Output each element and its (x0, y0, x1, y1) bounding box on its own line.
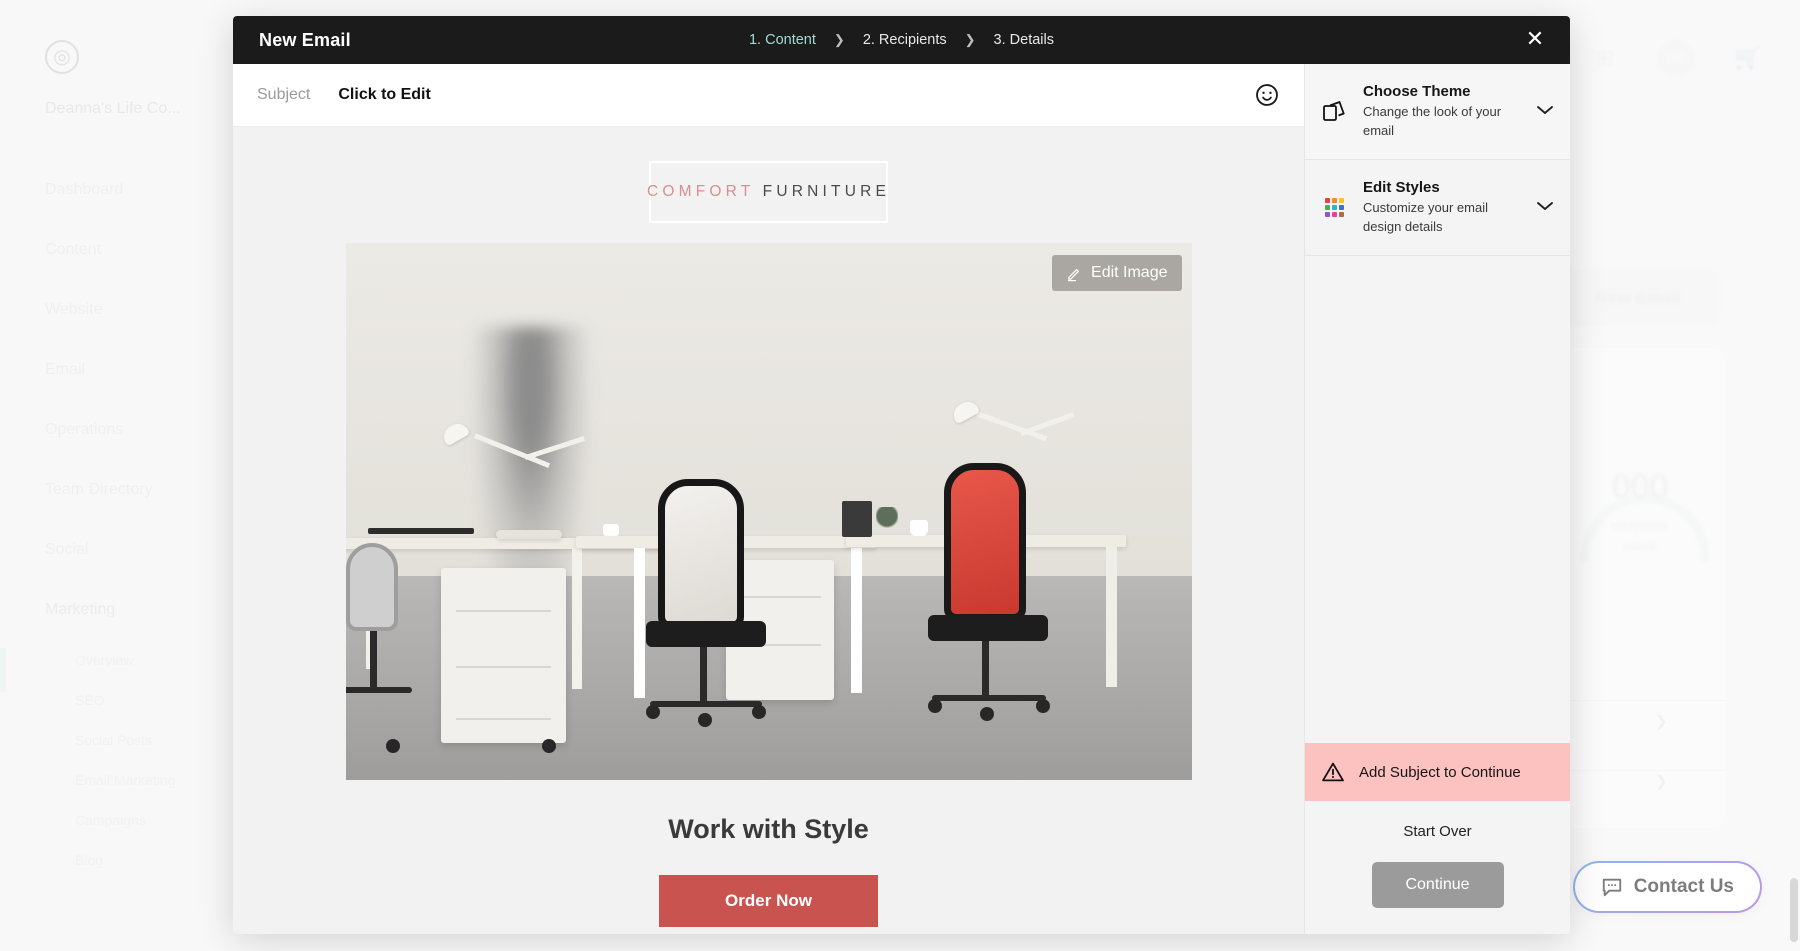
chevron-down-icon[interactable] (1536, 104, 1554, 119)
monitor (841, 501, 872, 537)
modal-body: Subject Click to Edit COMFORT FURNITURE … (233, 64, 1570, 934)
desk-leg (850, 548, 862, 693)
chevron-right-icon: ❯ (964, 32, 976, 47)
caster (1035, 699, 1050, 713)
pencil-icon (1067, 268, 1080, 281)
desk-leg (571, 549, 582, 689)
chair-post (369, 631, 377, 689)
emoji-smiley-icon[interactable] (1254, 82, 1280, 108)
alert-text: Add Subject to Continue (1359, 763, 1521, 781)
panel-title: Choose Theme (1363, 83, 1471, 100)
desk-leg (1105, 547, 1117, 687)
cabinet-drawer-line (738, 596, 821, 598)
panel-spacer (1305, 256, 1570, 743)
panel-text: Edit Styles Customize your email design … (1363, 178, 1520, 237)
office-chair (345, 543, 398, 631)
color-grid-icon (1321, 197, 1347, 217)
panel-title: Edit Styles (1363, 178, 1440, 196)
mug (909, 520, 928, 536)
chair-base (649, 701, 762, 707)
desk-leg (633, 548, 645, 698)
panel-footer: Start Over Continue (1305, 801, 1570, 934)
start-over-button[interactable]: Start Over (1321, 823, 1554, 840)
cabinet-drawer-line (455, 718, 551, 720)
chair-base (345, 687, 412, 693)
email-canvas[interactable]: COMFORT FURNITURE Edit Image Work with S… (233, 127, 1304, 934)
continue-button[interactable]: Continue (1371, 862, 1504, 908)
caster (697, 713, 712, 727)
order-now-button[interactable]: Order Now (659, 875, 878, 927)
chevron-down-icon[interactable] (1536, 200, 1554, 215)
file-cabinet (440, 568, 566, 743)
subject-label: Subject (257, 86, 311, 103)
step-content[interactable]: 1. Content (749, 32, 816, 48)
caster (645, 705, 660, 719)
plant (875, 507, 898, 533)
email-editor: Subject Click to Edit COMFORT FURNITURE … (233, 64, 1304, 934)
logo-text: COMFORT FURNITURE (647, 183, 890, 201)
chair-seat (645, 621, 766, 647)
email-body: COMFORT FURNITURE Edit Image Work with S… (233, 149, 1304, 927)
caster (541, 739, 556, 753)
close-icon[interactable]: ✕ (1522, 27, 1548, 53)
laptop (367, 528, 474, 534)
office-chair-red[interactable] (943, 463, 1026, 621)
theme-cards-icon (1321, 98, 1347, 124)
panel-subtitle: Customize your email design details (1363, 200, 1488, 235)
panel-row-edit-styles[interactable]: Edit Styles Customize your email design … (1305, 159, 1570, 256)
chair-post (981, 641, 989, 697)
hero-image[interactable]: Edit Image (345, 243, 1192, 780)
chevron-right-icon: ❯ (833, 32, 845, 47)
chair-post (699, 647, 707, 705)
logo-secondary: FURNITURE (762, 183, 891, 200)
cabinet-drawer-line (455, 610, 551, 612)
panel-text: Choose Theme Change the look of your ema… (1363, 82, 1520, 141)
caster (751, 705, 766, 719)
edit-image-button[interactable]: Edit Image (1052, 255, 1182, 291)
panel-row-choose-theme[interactable]: Choose Theme Change the look of your ema… (1305, 64, 1570, 160)
cabinet-drawer-line (455, 666, 551, 668)
logo-primary: COMFORT (646, 183, 755, 200)
wizard-steps: 1. Content ❯ 2. Recipients ❯ 3. Details (233, 32, 1570, 48)
warning-triangle-icon (1322, 762, 1344, 782)
subject-bar: Subject Click to Edit (233, 64, 1304, 127)
step-details[interactable]: 3. Details (994, 32, 1054, 48)
status-badge: Add Subject to Continue (1305, 743, 1570, 801)
chair-base (931, 695, 1046, 701)
step-recipients[interactable]: 2. Recipients (863, 32, 947, 48)
edit-image-label: Edit Image (1091, 264, 1168, 281)
caster (927, 699, 942, 713)
desk-tray (495, 530, 562, 539)
new-email-modal: New Email 1. Content ❯ 2. Recipients ❯ 3… (233, 16, 1570, 934)
chair-seat (927, 615, 1048, 641)
email-headline[interactable]: Work with Style (233, 814, 1304, 845)
panel-subtitle: Change the look of your email (1363, 104, 1502, 139)
modal-header: New Email 1. Content ❯ 2. Recipients ❯ 3… (233, 16, 1570, 64)
caster (979, 707, 994, 721)
caster (385, 739, 400, 753)
email-logo[interactable]: COMFORT FURNITURE (593, 161, 944, 223)
email-settings-panel: Choose Theme Change the look of your ema… (1304, 64, 1570, 934)
office-chair-white[interactable] (657, 479, 744, 629)
subject-input[interactable]: Click to Edit (338, 86, 430, 104)
